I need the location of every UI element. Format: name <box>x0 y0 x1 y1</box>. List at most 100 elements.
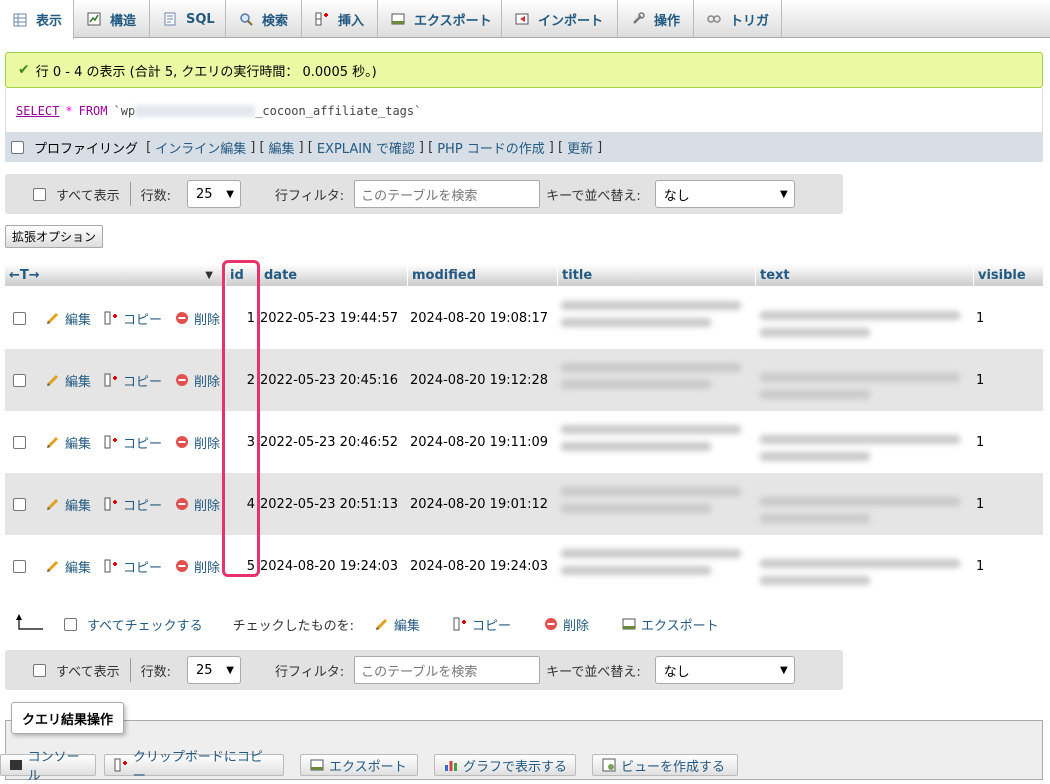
cell-id[interactable]: 4 <box>225 473 255 535</box>
bulk-copy-button[interactable]: コピー <box>452 615 511 634</box>
tab-operations[interactable]: 操作 <box>618 0 694 38</box>
cell-date[interactable]: 2022-05-23 20:51:13 <box>260 473 398 535</box>
tab-triggers[interactable]: トリガ <box>694 0 782 38</box>
row-checkbox[interactable] <box>13 373 26 387</box>
cell-visible[interactable]: 1 <box>976 287 984 349</box>
cell-text-redacted[interactable] <box>760 543 960 589</box>
delete-row-button[interactable]: 削除 <box>174 371 220 390</box>
edit-row-button[interactable]: 編集 <box>45 495 91 514</box>
row-checkbox[interactable] <box>13 559 26 573</box>
cell-date[interactable]: 2022-05-23 19:44:57 <box>260 287 398 349</box>
copy-icon <box>113 757 129 773</box>
arrow-up-left-icon <box>15 613 45 635</box>
cell-visible[interactable]: 1 <box>976 473 984 535</box>
check-all-checkbox[interactable] <box>64 617 77 631</box>
extended-options-button[interactable]: 拡張オプション <box>5 225 104 248</box>
filter-input[interactable]: このテーブルを検索 <box>354 656 541 684</box>
display-chart-button[interactable]: グラフで表示する <box>434 754 576 776</box>
sql-select-keyword[interactable]: SELECT <box>16 104 59 118</box>
cell-visible[interactable]: 1 <box>976 349 984 411</box>
cell-modified[interactable]: 2024-08-20 19:08:17 <box>410 287 548 349</box>
edit-row-button[interactable]: 編集 <box>45 557 91 576</box>
column-header-visible[interactable]: visible <box>973 264 1043 286</box>
bulk-edit-button[interactable]: 編集 <box>374 615 420 634</box>
cell-date[interactable]: 2024-08-20 19:24:03 <box>260 535 398 597</box>
export-results-button[interactable]: エクスポート <box>300 754 418 776</box>
sort-select[interactable]: なし ▼ <box>654 656 795 684</box>
cell-id[interactable]: 1 <box>225 287 255 349</box>
tab-browse[interactable]: 表示 <box>0 0 74 39</box>
show-all-checkbox[interactable] <box>33 187 46 201</box>
tab-sql[interactable]: SQL <box>150 0 226 38</box>
copy-row-button[interactable]: コピー <box>103 557 162 576</box>
column-header-id[interactable]: id <box>225 264 259 286</box>
row-checkbox[interactable] <box>13 435 26 449</box>
edit-row-button[interactable]: 編集 <box>45 309 91 328</box>
console-button[interactable]: コンソール <box>0 750 96 784</box>
rows-select[interactable]: 25 ▼ <box>186 180 241 208</box>
copy-icon <box>103 310 119 326</box>
check-all-link[interactable]: すべてチェックする <box>87 615 203 634</box>
cell-text-redacted[interactable] <box>760 419 960 465</box>
cell-modified[interactable]: 2024-08-20 19:12:28 <box>410 349 548 411</box>
cell-text-redacted[interactable] <box>760 481 960 527</box>
cell-id[interactable]: 3 <box>225 411 255 473</box>
row-actions: 編集 コピー 削除 <box>45 411 220 473</box>
column-header-modified[interactable]: modified <box>407 264 557 286</box>
cell-date[interactable]: 2022-05-23 20:45:16 <box>260 349 398 411</box>
row-checkbox[interactable] <box>13 311 26 325</box>
sort-triangle-icon[interactable]: ▼ <box>205 270 213 281</box>
tab-insert[interactable]: 挿入 <box>302 0 378 38</box>
copy-row-button[interactable]: コピー <box>103 495 162 514</box>
refresh-link[interactable]: 更新 <box>567 138 593 157</box>
cell-title-redacted[interactable] <box>561 295 761 341</box>
cell-title-redacted[interactable] <box>561 419 761 465</box>
edit-row-button[interactable]: 編集 <box>45 433 91 452</box>
rows-select[interactable]: 25 ▼ <box>186 656 241 684</box>
delete-row-button[interactable]: 削除 <box>174 495 220 514</box>
tab-structure[interactable]: 構造 <box>74 0 150 38</box>
copy-row-button[interactable]: コピー <box>103 433 162 452</box>
cell-modified[interactable]: 2024-08-20 19:24:03 <box>410 535 548 597</box>
show-all-checkbox[interactable] <box>33 663 46 677</box>
bulk-delete-button[interactable]: 削除 <box>543 615 589 634</box>
cell-visible[interactable]: 1 <box>976 411 984 473</box>
cell-title-redacted[interactable] <box>561 543 761 589</box>
edit-row-button[interactable]: 編集 <box>45 371 91 390</box>
create-view-button[interactable]: ビューを作成する <box>592 754 738 776</box>
tab-import[interactable]: インポート <box>502 0 618 38</box>
column-header-text[interactable]: text <box>755 264 973 286</box>
cell-text-redacted[interactable] <box>760 357 960 403</box>
cell-title-redacted[interactable] <box>561 481 761 527</box>
tab-search[interactable]: 検索 <box>226 0 302 38</box>
bulk-export-button[interactable]: エクスポート <box>621 615 719 634</box>
column-header-date[interactable]: date <box>259 264 407 286</box>
cell-text-redacted[interactable] <box>760 295 960 341</box>
profiling-checkbox[interactable] <box>11 140 24 154</box>
php-code-link[interactable]: PHP コードの作成 <box>437 138 545 157</box>
copy-row-button[interactable]: コピー <box>103 371 162 390</box>
copy-to-clipboard-button[interactable]: クリップボードにコピー <box>104 750 284 784</box>
cell-modified[interactable]: 2024-08-20 19:11:09 <box>410 411 548 473</box>
filter-input[interactable]: このテーブルを検索 <box>354 180 541 208</box>
sort-select[interactable]: なし ▼ <box>654 180 795 208</box>
edit-query-link[interactable]: 編集 <box>269 138 295 157</box>
delete-icon <box>174 310 190 326</box>
row-checkbox-cell <box>13 535 26 597</box>
row-checkbox[interactable] <box>13 497 26 511</box>
explain-link[interactable]: EXPLAIN で確認 <box>317 138 415 157</box>
cell-id[interactable]: 2 <box>225 349 255 411</box>
cell-id[interactable]: 5 <box>225 535 255 597</box>
cell-visible[interactable]: 1 <box>976 535 984 597</box>
row-actions: 編集 コピー 削除 <box>45 287 220 349</box>
cell-title-redacted[interactable] <box>561 357 761 403</box>
delete-row-button[interactable]: 削除 <box>174 433 220 452</box>
cell-modified[interactable]: 2024-08-20 19:01:12 <box>410 473 548 535</box>
inline-edit-link[interactable]: インライン編集 <box>155 138 246 157</box>
tab-export[interactable]: エクスポート <box>378 0 502 38</box>
column-header-title[interactable]: title <box>557 264 755 286</box>
delete-row-button[interactable]: 削除 <box>174 557 220 576</box>
delete-row-button[interactable]: 削除 <box>174 309 220 328</box>
copy-row-button[interactable]: コピー <box>103 309 162 328</box>
cell-date[interactable]: 2022-05-23 20:46:52 <box>260 411 398 473</box>
